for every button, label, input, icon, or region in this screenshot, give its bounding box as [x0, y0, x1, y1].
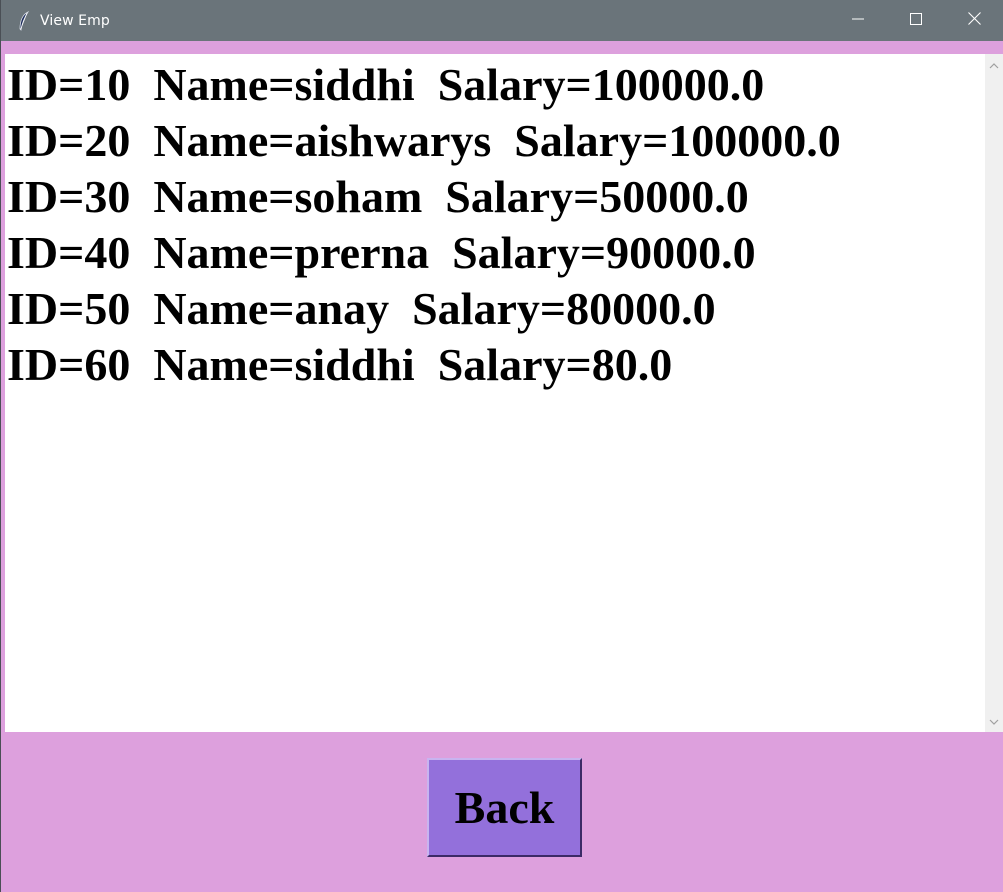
window-controls	[829, 0, 1003, 41]
close-button[interactable]	[945, 0, 1003, 41]
scroll-down-button[interactable]	[985, 712, 1003, 730]
close-icon	[967, 11, 981, 30]
employee-record: ID=60 Name=siddhi Salary=80.0	[7, 339, 673, 390]
employee-record: ID=30 Name=soham Salary=50000.0	[7, 171, 749, 222]
title-bar[interactable]: View Emp	[1, 0, 1003, 41]
employee-record: ID=20 Name=aishwarys Salary=100000.0	[7, 115, 841, 166]
vertical-scrollbar[interactable]	[985, 54, 1003, 732]
minimize-icon	[852, 12, 864, 30]
chevron-down-icon	[989, 712, 999, 730]
back-button[interactable]: Back	[427, 758, 582, 857]
minimize-button[interactable]	[829, 0, 887, 41]
maximize-icon	[910, 12, 922, 30]
employee-record: ID=50 Name=anay Salary=80000.0	[7, 283, 716, 334]
view-emp-window: View Emp ID=10 Name=siddhi Salary=100000	[0, 0, 1003, 892]
employee-record: ID=40 Name=prerna Salary=90000.0	[7, 227, 756, 278]
window-title: View Emp	[40, 12, 110, 29]
records-text-area[interactable]: ID=10 Name=siddhi Salary=100000.0 ID=20 …	[5, 54, 985, 732]
feather-icon	[17, 10, 31, 31]
maximize-button[interactable]	[887, 0, 945, 41]
records-list: ID=10 Name=siddhi Salary=100000.0 ID=20 …	[5, 54, 985, 393]
employee-record: ID=10 Name=siddhi Salary=100000.0	[7, 59, 765, 110]
chevron-up-icon	[989, 56, 999, 74]
scroll-up-button[interactable]	[985, 56, 1003, 74]
